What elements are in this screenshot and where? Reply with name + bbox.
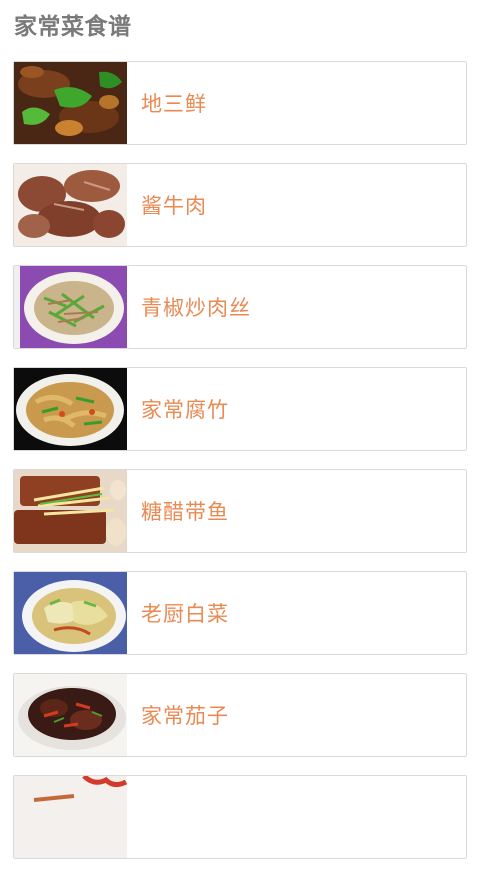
dish-thumbnail [14, 776, 127, 858]
recipe-item-tang-cu-dai-yu[interactable]: 糖醋带鱼 [13, 469, 467, 553]
recipe-title: 糖醋带鱼 [141, 500, 229, 524]
recipe-title: 家常腐竹 [141, 398, 229, 422]
dish-thumbnail [14, 266, 127, 348]
recipe-item-qing-jiao-chao-rou-si[interactable]: 青椒炒肉丝 [13, 265, 467, 349]
dish-thumbnail [14, 62, 127, 144]
recipe-item-jia-chang-fu-zhu[interactable]: 家常腐竹 [13, 367, 467, 451]
app-header: 家常菜食谱 [0, 0, 480, 48]
dish-thumbnail [14, 368, 127, 450]
recipe-title: 青椒炒肉丝 [141, 296, 251, 320]
recipe-item-jia-chang-qie-zi[interactable]: 家常茄子 [13, 673, 467, 757]
dish-thumbnail [14, 470, 127, 552]
dish-thumbnail [14, 164, 127, 246]
recipe-item-jiang-niu-rou[interactable]: 酱牛肉 [13, 163, 467, 247]
recipe-item-di-san-xian[interactable]: 地三鲜 [13, 61, 467, 145]
recipe-item-partial[interactable] [13, 775, 467, 859]
recipe-item-lao-chu-bai-cai[interactable]: 老厨白菜 [13, 571, 467, 655]
recipe-title: 地三鲜 [141, 92, 207, 116]
recipe-title: 家常茄子 [141, 704, 229, 728]
dish-thumbnail [14, 572, 127, 654]
dish-thumbnail [14, 674, 127, 756]
page-title: 家常菜食谱 [14, 14, 132, 40]
recipe-title: 老厨白菜 [141, 602, 229, 626]
recipe-list: 地三鲜 酱牛肉 青椒炒肉丝 家常腐竹 糖醋带鱼 老厨白菜 家常茄子 [13, 61, 467, 877]
recipe-title: 酱牛肉 [141, 194, 207, 218]
